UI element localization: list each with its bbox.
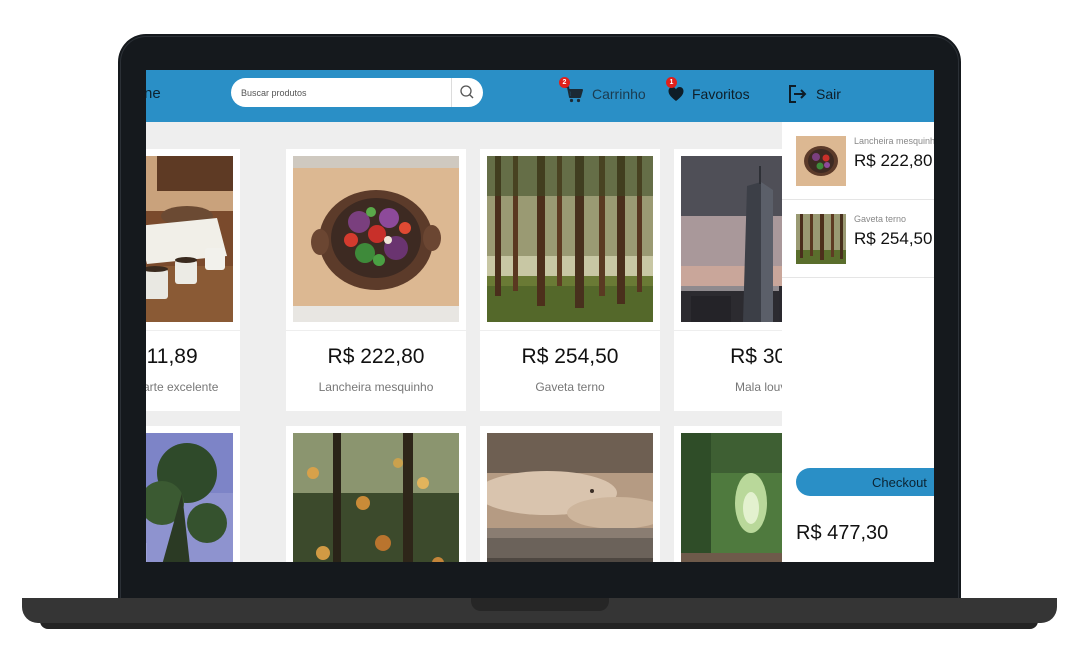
product-name: Lancheira mesquinho: [318, 380, 434, 394]
top-navbar: ne 2 Carrinho: [146, 70, 934, 122]
search-input[interactable]: [231, 78, 461, 107]
product-name: Caneca de arte excelente: [146, 380, 219, 394]
product-name: Gaveta terno: [535, 380, 605, 394]
product-card[interactable]: R$ 254,50 Gaveta terno: [480, 149, 660, 411]
product-card[interactable]: [480, 426, 660, 562]
cart-count-badge: 2: [559, 77, 570, 88]
search-icon: [460, 85, 474, 99]
product-card[interactable]: R$ 222,80 Lancheira mesquinho: [286, 149, 466, 411]
logout-nav-link[interactable]: Sair: [788, 84, 841, 104]
card-divider: [146, 330, 240, 331]
card-divider: [286, 330, 466, 331]
favorites-count-badge: 1: [666, 77, 677, 88]
product-card[interactable]: [286, 426, 466, 562]
cart-item-price: R$ 254,50: [854, 229, 933, 248]
product-price: R$ 311,89: [146, 345, 198, 368]
cart-item-name: Lancheira mesquinho: [854, 136, 934, 146]
cart-item[interactable]: Lancheira mesquinho R$ 222,80: [782, 122, 934, 200]
favorites-nav-label: Favoritos: [692, 86, 750, 102]
cart-item-thumbnail: [796, 214, 846, 264]
product-price: R$ 222,80: [327, 345, 425, 368]
cart-nav-link[interactable]: 2 Carrinho: [559, 77, 646, 104]
search-button[interactable]: [451, 78, 483, 107]
product-image[interactable]: [293, 156, 459, 322]
cart-item-price: R$ 222,80: [854, 151, 933, 170]
product-card[interactable]: R$ 311,89 Caneca de arte excelente: [146, 149, 240, 411]
app-screen: ne 2 Carrinho: [146, 70, 934, 562]
product-price: R$ 254,50: [521, 345, 619, 368]
cart-item-name: Gaveta terno: [854, 214, 907, 224]
product-image[interactable]: [146, 433, 233, 562]
card-divider: [480, 330, 660, 331]
cart-item[interactable]: Gaveta terno R$ 254,50: [782, 200, 934, 278]
product-image[interactable]: [487, 156, 653, 322]
favorites-nav-link[interactable]: 1 Favoritos: [666, 77, 750, 104]
product-image[interactable]: [487, 433, 653, 562]
laptop-notch: [471, 598, 609, 611]
product-card[interactable]: [146, 426, 240, 562]
logout-nav-label: Sair: [816, 86, 841, 102]
cart-sidebar: Lancheira mesquinho R$ 222,80 Gaveta ter…: [782, 122, 934, 562]
checkout-button[interactable]: Checkout: [796, 468, 934, 496]
cart-icon: 2: [559, 77, 584, 104]
product-image[interactable]: [293, 433, 459, 562]
cart-item-thumbnail: [796, 136, 846, 186]
logout-icon: [788, 84, 808, 104]
product-image[interactable]: [146, 156, 233, 322]
cart-nav-label: Carrinho: [592, 86, 646, 102]
brand-logo-text[interactable]: ne: [146, 85, 161, 102]
heart-icon: 1: [666, 77, 684, 104]
cart-total: R$ 477,30: [796, 522, 889, 544]
search-bar: [231, 78, 483, 107]
